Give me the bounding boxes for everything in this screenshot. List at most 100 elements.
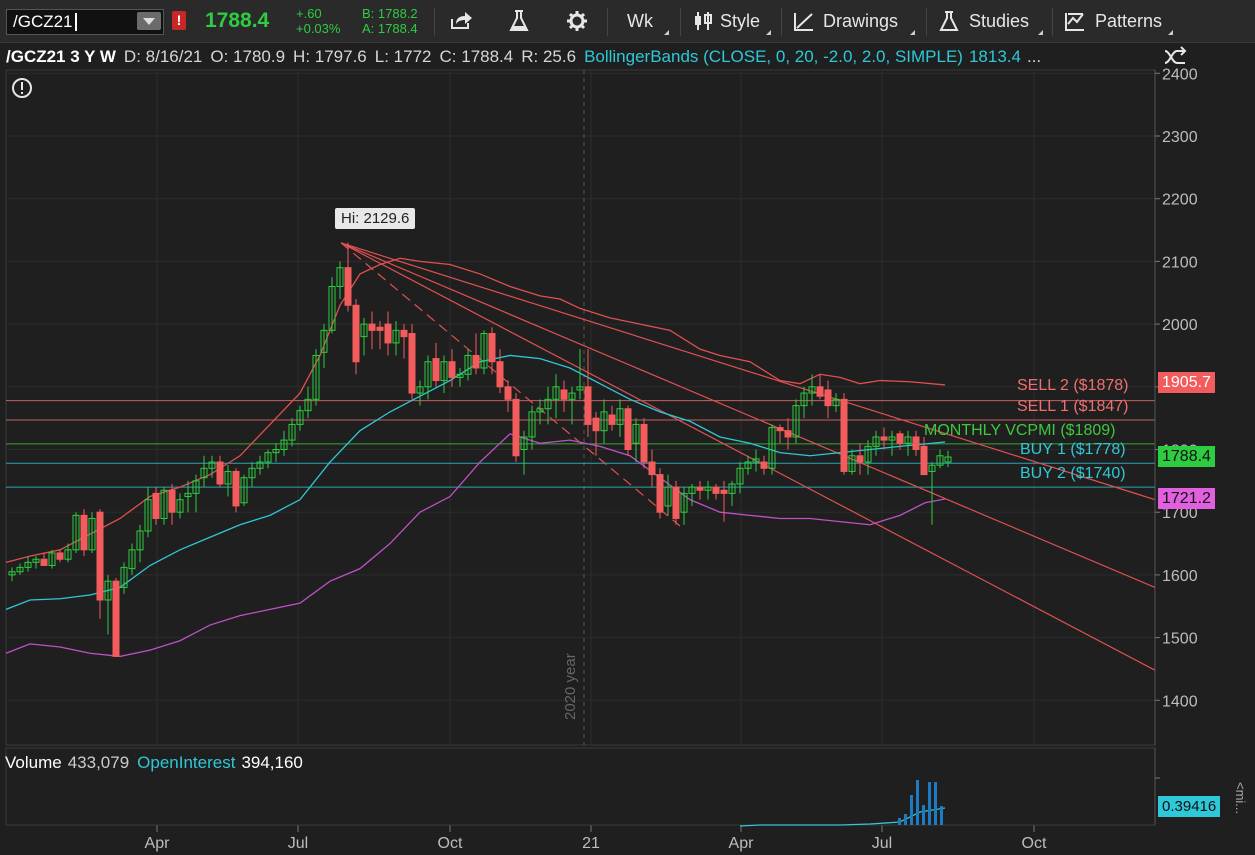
candle-body (440, 361, 448, 382)
trendline (340, 242, 1156, 501)
candle (256, 455, 264, 475)
candle (688, 483, 696, 506)
candle-body (648, 461, 656, 476)
price-tick-label: 1500 (1162, 631, 1198, 648)
candle (864, 440, 872, 475)
candle (104, 574, 112, 635)
candle (680, 487, 688, 525)
candle-body (752, 458, 760, 463)
aggregation-button[interactable]: Wk (627, 4, 653, 38)
candle-body (208, 461, 216, 469)
price-tick-label: 2200 (1162, 192, 1198, 209)
candle (720, 480, 728, 522)
toolbar-divider (781, 8, 782, 36)
candle (360, 317, 368, 356)
candle (704, 480, 712, 500)
percent-change: +0.03% (296, 21, 341, 36)
candle-body (120, 566, 128, 588)
candle (784, 418, 792, 450)
time-tick-label: 21 (582, 835, 600, 852)
trendline-dashed (340, 242, 681, 527)
alert-icon[interactable]: ! (172, 11, 186, 30)
candle (592, 411, 600, 456)
study-label[interactable]: BollingerBands (CLOSE, 0, 20, -2.0, 2.0,… (584, 47, 963, 67)
chart-title[interactable]: /GCZ21 3 Y W (6, 47, 116, 67)
volume-bar (940, 806, 943, 825)
candle (664, 474, 672, 516)
upper-band (5, 257, 946, 563)
candle-body (280, 439, 288, 451)
candle (432, 342, 440, 387)
time-tick-label: Jul (288, 835, 308, 852)
alert-circle-icon[interactable] (11, 77, 33, 99)
symbol-text[interactable]: /GCZ21 (13, 12, 73, 32)
candle-body (320, 329, 328, 353)
candle (384, 311, 392, 356)
volume-axis-label: <mi... (1233, 782, 1248, 815)
candle-body (232, 470, 240, 507)
level-label-buy2: BUY 2 ($1740) (1020, 465, 1126, 482)
candle (776, 424, 784, 444)
expand-chart-icon[interactable] (1162, 45, 1188, 69)
candle-body (528, 411, 536, 438)
candle (512, 393, 520, 463)
candle-body (272, 449, 280, 454)
candle (608, 405, 616, 431)
candle-body (792, 405, 800, 438)
candle-body (48, 552, 56, 566)
candle (400, 324, 408, 359)
candle-body (536, 408, 544, 413)
flask-button[interactable] (508, 4, 530, 38)
candle-body (352, 304, 360, 363)
candle-body (896, 433, 904, 444)
candle-body (888, 436, 896, 441)
drawings-button[interactable]: Drawings (793, 4, 898, 38)
candle (544, 386, 552, 425)
toolbar-divider (434, 8, 435, 36)
share-button[interactable] (448, 4, 474, 38)
time-tick-label: Oct (438, 835, 463, 852)
candle (296, 405, 304, 431)
last-price-badge: 1788.4 (1158, 446, 1215, 467)
candle (896, 430, 904, 450)
symbol-dropdown-button[interactable] (137, 12, 161, 30)
candle (440, 355, 448, 394)
candle (72, 512, 80, 553)
candle (216, 455, 224, 488)
toolbar-divider (926, 8, 927, 36)
candle (272, 443, 280, 463)
more-studies[interactable]: ... (1027, 47, 1041, 67)
candle-body (832, 398, 840, 407)
candle (872, 430, 880, 456)
candle-body (624, 408, 632, 450)
candle (200, 455, 208, 488)
flask-icon (509, 10, 529, 31)
candle-body (912, 436, 920, 450)
candle-body (176, 499, 184, 513)
level-label-sell2: SELL 2 ($1878) (1017, 377, 1129, 394)
candle-body (904, 436, 912, 444)
style-button[interactable]: Style (692, 4, 760, 38)
volume-label[interactable]: Volume (5, 753, 62, 773)
level-label-sell1: SELL 1 ($1847) (1017, 398, 1129, 415)
candlestick-icon (695, 12, 712, 30)
settings-button[interactable] (566, 4, 588, 38)
candle (416, 380, 424, 406)
patterns-icon (1065, 13, 1084, 31)
candle-body (216, 461, 224, 485)
patterns-button[interactable]: Patterns (1064, 4, 1162, 38)
studies-button[interactable]: Studies (939, 4, 1029, 38)
candle (888, 430, 896, 456)
candle-body (808, 386, 816, 394)
candle-body (8, 571, 16, 576)
style-label: Style (720, 10, 761, 31)
oi-label[interactable]: OpenInterest (137, 753, 235, 773)
aggregation-dropdown-icon (664, 30, 669, 35)
time-tick-label: Oct (1022, 835, 1047, 852)
symbol-input[interactable]: /GCZ21 (6, 9, 164, 35)
candle (448, 349, 456, 387)
candle-body (656, 474, 664, 513)
net-change: +.60 (296, 6, 322, 21)
candle-body (608, 414, 616, 425)
candle-body (568, 392, 576, 400)
